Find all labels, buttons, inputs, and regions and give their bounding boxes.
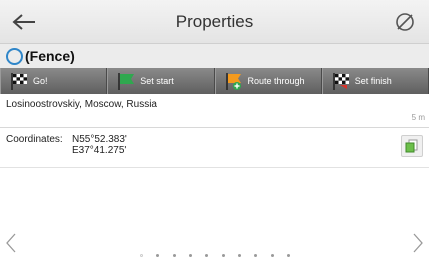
page-indicator [140, 252, 290, 258]
page-dot [205, 253, 209, 257]
coordinates-lat: N55°52.383' [72, 134, 127, 145]
page-dot [188, 253, 192, 257]
chevron-left-icon [6, 233, 16, 253]
circle-outline-icon [6, 47, 23, 65]
set-finish-button[interactable]: Set finish [321, 68, 429, 94]
page-dot [172, 253, 176, 257]
set-start-button[interactable]: Set start [107, 68, 215, 94]
checkered-finish-flag-icon [333, 73, 349, 90]
go-button[interactable]: Go! [0, 68, 108, 94]
coordinates-section: Coordinates: N55°52.383' E37°41.275' [0, 128, 429, 168]
page-dot [270, 253, 274, 257]
route-through-button[interactable]: Route through [214, 68, 322, 94]
go-label: Go! [33, 76, 48, 86]
page-dot [140, 253, 143, 257]
top-bar: Properties [0, 0, 429, 44]
address-text: Losinoostrovskiy, Moscow, Russia [6, 99, 157, 110]
page-dot [254, 253, 258, 257]
route-through-label: Route through [247, 76, 305, 86]
green-flag-icon [118, 73, 135, 90]
set-finish-label: Set finish [354, 76, 392, 86]
coordinates-label: Coordinates: [6, 134, 63, 145]
gps-off-icon [396, 13, 414, 31]
page-title: Properties [175, 12, 254, 31]
action-bar: Go! Set start Route through Set finish [0, 68, 429, 94]
chevron-right-icon [413, 233, 423, 253]
poi-title-row: (Fence) [0, 44, 429, 68]
page-dot [237, 253, 241, 257]
page-dot [156, 253, 160, 257]
next-page-button[interactable] [411, 232, 425, 254]
address-section: Losinoostrovskiy, Moscow, Russia 5 m [0, 94, 429, 128]
previous-page-button[interactable] [4, 232, 18, 254]
orange-flag-plus-icon [225, 73, 241, 90]
gps-off-button[interactable] [391, 8, 419, 36]
copy-icon [405, 139, 418, 153]
poi-name: (Fence) [25, 48, 75, 64]
copy-coordinates-button[interactable] [401, 135, 423, 157]
coordinates-lon: E37°41.275' [72, 145, 127, 156]
page-dot [221, 253, 225, 257]
distance-text: 5 m [411, 113, 425, 122]
set-start-label: Set start [140, 76, 174, 86]
checkered-flag-icon [11, 73, 27, 90]
page-dot [286, 253, 290, 257]
